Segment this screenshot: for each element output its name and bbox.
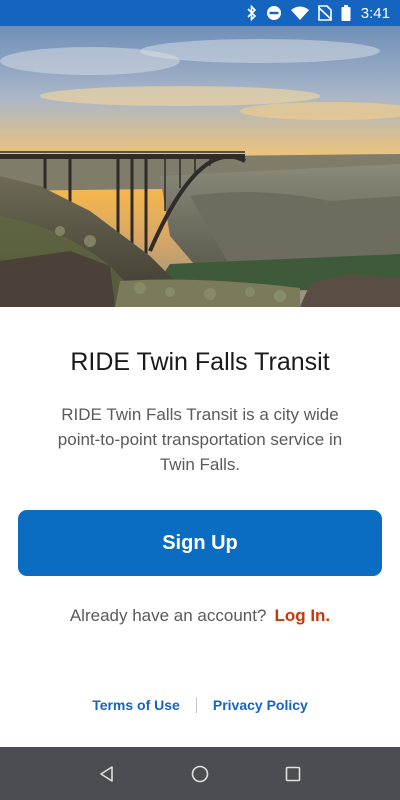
back-button[interactable] (87, 754, 127, 794)
footer-links: Terms of Use Privacy Policy (0, 697, 400, 713)
wifi-icon (290, 0, 309, 26)
hero-image (0, 26, 400, 307)
battery-icon (341, 0, 351, 26)
home-icon (191, 765, 209, 782)
bluetooth-icon (247, 0, 257, 26)
log-in-link[interactable]: Log In. (274, 606, 330, 625)
recents-button[interactable] (273, 754, 313, 794)
status-bar: 3:41 (0, 0, 400, 26)
terms-of-use-link[interactable]: Terms of Use (92, 697, 180, 713)
screen: 3:41 RIDE Twin Falls Transit RIDE Twin F… (0, 0, 400, 800)
recents-icon (286, 766, 301, 781)
login-row: Already have an account? Log In. (0, 606, 400, 626)
login-prompt: Already have an account? (69, 606, 267, 625)
sign-up-button[interactable]: Sign Up (18, 510, 382, 576)
status-time: 3:41 (360, 4, 390, 22)
page-title: RIDE Twin Falls Transit (70, 348, 330, 376)
back-icon (99, 765, 113, 782)
app-description: RIDE Twin Falls Transit is a city wide p… (57, 405, 343, 474)
privacy-policy-link[interactable]: Privacy Policy (213, 697, 308, 713)
footer-divider (195, 697, 197, 713)
do-not-disturb-icon (266, 0, 282, 26)
home-button[interactable] (180, 754, 220, 794)
navigation-bar (0, 747, 400, 800)
no-sim-icon (317, 0, 332, 26)
